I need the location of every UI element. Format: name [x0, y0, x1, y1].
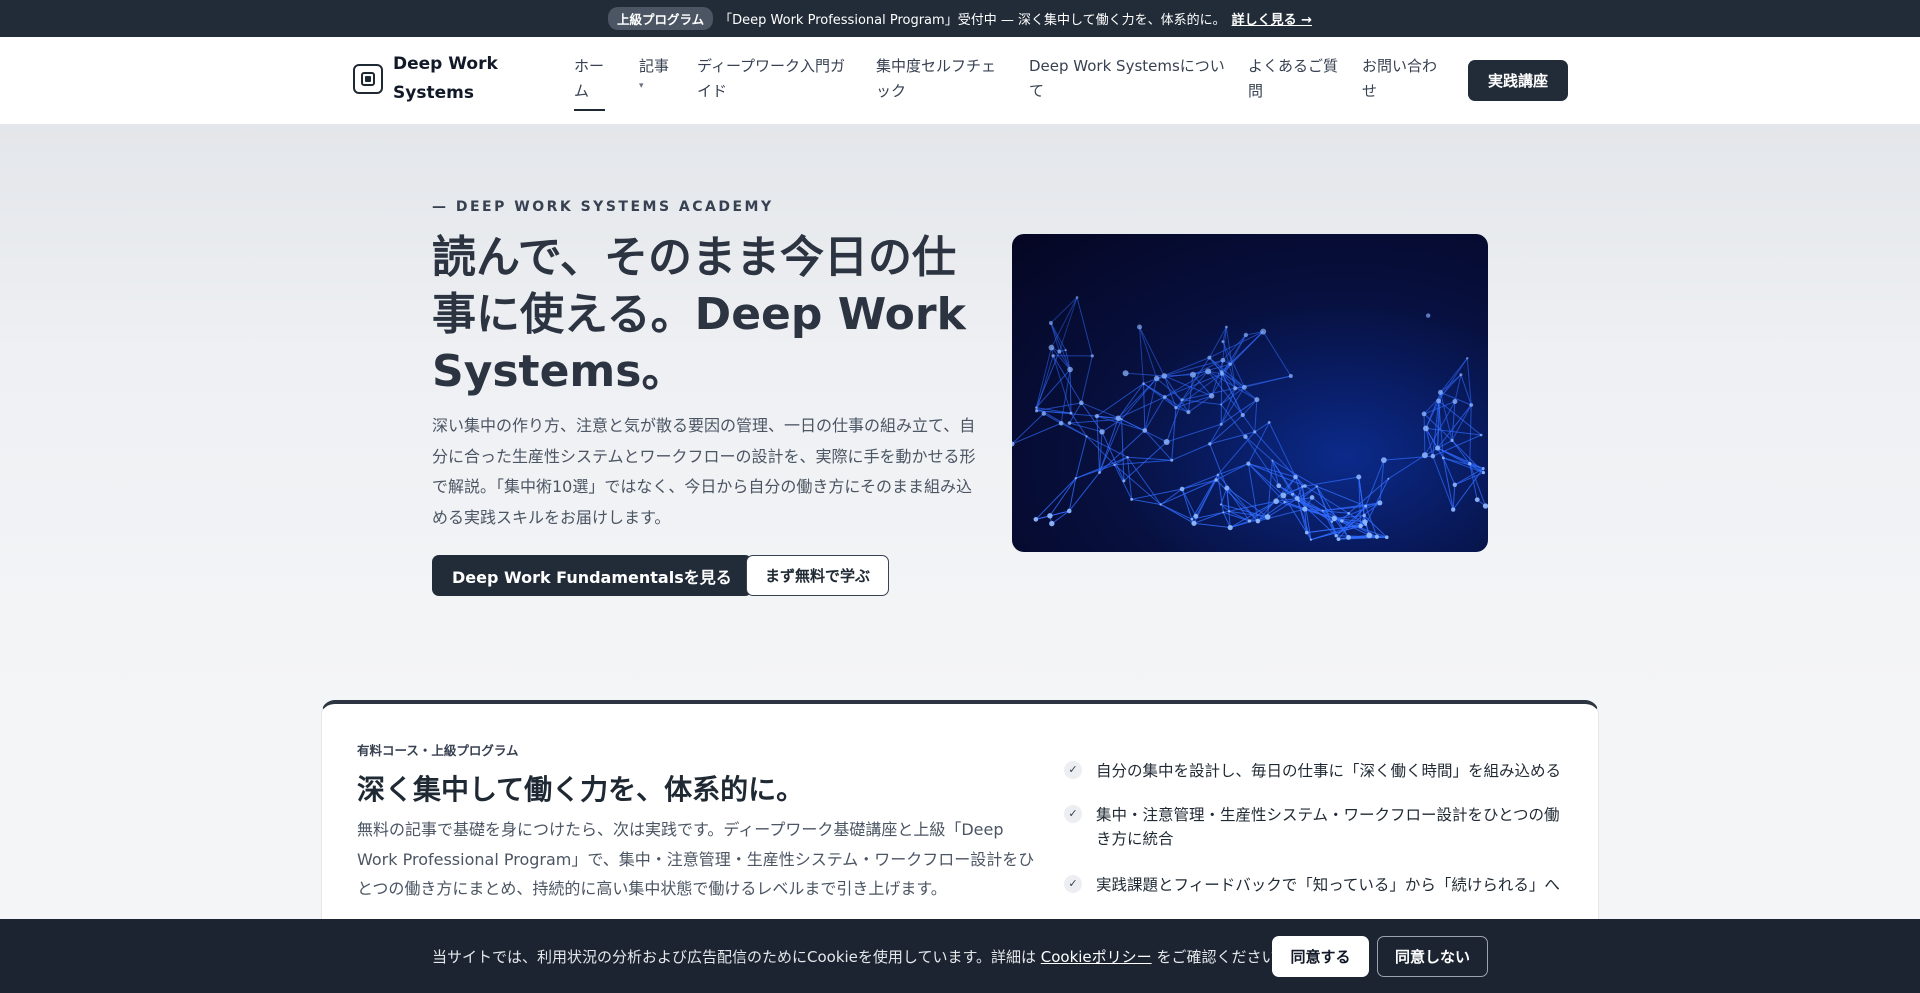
site-logo[interactable]: Deep Work Systems [353, 50, 503, 108]
logo-icon [353, 64, 383, 94]
cookie-text-before: 当サイトでは、利用状況の分析および広告配信のためにCookieを使用しています。… [432, 948, 1036, 966]
chevron-down-icon: ▾ [639, 81, 644, 91]
hero-title: 読んで、そのまま今日の仕事に使える。Deep Work Systems。 [432, 232, 966, 397]
hero-section: — DEEP WORK SYSTEMS ACADEMY 読んで、そのまま今日の仕… [0, 125, 1920, 700]
hero-eyebrow: — DEEP WORK SYSTEMS ACADEMY [432, 199, 774, 215]
feature-text: 集中・注意管理・生産性システム・ワークフロー設計をひとつの働き方に統合 [1096, 806, 1560, 848]
practice-course-button[interactable]: 実践講座 [1468, 60, 1568, 101]
announcement-text: 「Deep Work Professional Program」受付中 — 深く… [719, 13, 1226, 28]
course-title: 深く集中して働く力を、体系的に。 [357, 773, 805, 806]
logo-text: Deep Work Systems [393, 54, 498, 103]
cookie-text: 当サイトでは、利用状況の分析および広告配信のためにCookieを使用しています。… [432, 946, 1291, 967]
check-icon: ✓ [1064, 761, 1082, 779]
free-learning-button[interactable]: まず無料で学ぶ [746, 555, 890, 596]
feature-item: ✓ 自分の集中を設計し、毎日の仕事に「深く働く時間」を組み込める [1064, 759, 1574, 783]
nav-item-contact[interactable]: お問い合わせ [1362, 54, 1442, 104]
feature-text: 自分の集中を設計し、毎日の仕事に「深く働く時間」を組み込める [1096, 762, 1562, 780]
cookie-accept-button[interactable]: 同意する [1272, 936, 1369, 977]
nav-item-label: ホーム [574, 57, 605, 100]
nav-item-label: お問い合わせ [1362, 57, 1438, 100]
nav-item-label: よくあるご質問 [1248, 57, 1339, 100]
site-header: Deep Work Systems ホーム 記事 ▾ ディープワーク入門ガイド … [0, 37, 1920, 125]
nav-item-about[interactable]: Deep Work Systemsについて [1029, 54, 1229, 104]
nav-item-faq[interactable]: よくあるご質問 [1248, 54, 1338, 104]
announcement-link[interactable]: 詳しく見る → [1232, 9, 1312, 28]
announcement-bar: 上級プログラム 「Deep Work Professional Program」… [0, 0, 1920, 37]
check-icon: ✓ [1064, 875, 1082, 893]
nav-item-home[interactable]: ホーム [574, 54, 612, 111]
hero-network-image [1012, 234, 1488, 552]
nav-item-label: ディープワーク入門ガイド [697, 57, 846, 100]
cookie-policy-link[interactable]: Cookieポリシー [1041, 948, 1152, 966]
nav-item-articles[interactable]: 記事 ▾ [639, 54, 679, 93]
hero-description: 深い集中の作り方、注意と気が散る要因の管理、一日の仕事の組み立て、自分に合った生… [432, 416, 976, 527]
course-label: 有料コース・上級プログラム [357, 743, 519, 758]
announcement-badge: 上級プログラム [608, 7, 714, 30]
feature-text: 実践課題とフィードバックで「知っている」から「続けられる」へ [1096, 876, 1560, 894]
fundamentals-button[interactable]: Deep Work Fundamentalsを見る [432, 555, 752, 596]
nav-item-label: 記事 [639, 57, 670, 75]
feature-item: ✓ 集中・注意管理・生産性システム・ワークフロー設計をひとつの働き方に統合 [1064, 803, 1574, 851]
cookie-banner: 当サイトでは、利用状況の分析および広告配信のためにCookieを使用しています。… [0, 919, 1920, 993]
network-illustration [1012, 296, 1488, 542]
nav-item-intro-guide[interactable]: ディープワーク入門ガイド [697, 54, 857, 104]
feature-item: ✓ 実践課題とフィードバックで「知っている」から「続けられる」へ [1064, 873, 1574, 897]
nav-item-self-check[interactable]: 集中度セルフチェック [876, 54, 1008, 104]
check-icon: ✓ [1064, 805, 1082, 823]
cookie-reject-button[interactable]: 同意しない [1377, 936, 1488, 977]
nav-item-label: Deep Work Systemsについて [1029, 57, 1225, 100]
nav-item-label: 集中度セルフチェック [876, 57, 997, 100]
course-description: 無料の記事で基礎を身につけたら、次は実践です。ディープワーク基礎講座と上級「De… [357, 820, 1035, 898]
